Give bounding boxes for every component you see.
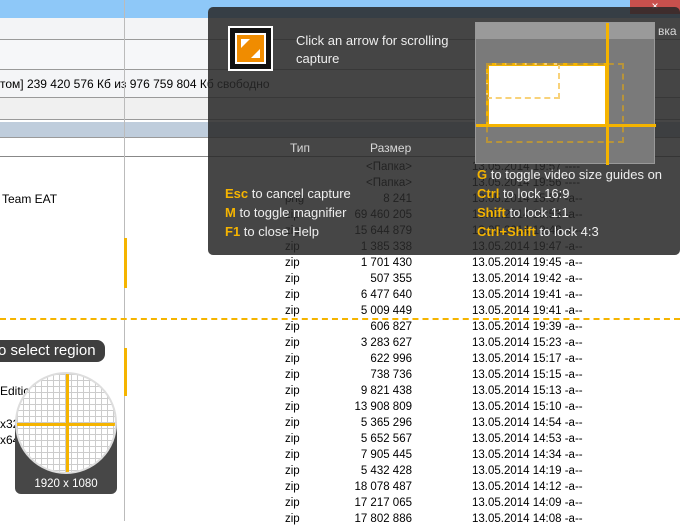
cell-size: 606 827 [370,321,412,333]
cell-date: 13.05.2014 15:15 -a-- [472,369,583,381]
table-row[interactable]: zip 507 355 13.05.2014 19:42 -a-- [0,271,680,287]
cell-type: zip [285,353,300,365]
shortcut-desc: to lock 1:1 [509,205,569,220]
magnifier-dimensions: 1920 x 1080 [34,478,98,490]
crosshair-vertical-segment [124,238,127,288]
column-type[interactable]: Тип [290,141,310,155]
cell-date: 13.05.2014 15:13 -a-- [472,385,583,397]
help-line: Ctrl+Shift to lock 4:3 [477,224,599,239]
shortcut-desc: to toggle video size guides on [490,167,663,182]
cell-size: 9 821 438 [360,385,412,397]
column-size[interactable]: Размер [370,141,411,155]
select-region-tip: o select region [0,340,105,362]
cell-type: zip [285,385,300,397]
cell-type: zip [285,401,300,413]
cell-size: 622 996 [370,353,412,365]
cell-date: 13.05.2014 19:41 -a-- [472,289,583,301]
cell-date: 13.05.2014 14:34 -a-- [472,449,583,461]
crosshair-vertical-segment [124,348,127,396]
shortcut-key: M [225,205,236,220]
cell-type: zip [285,337,300,349]
crosshair-horizontal [0,318,680,320]
shortcut-desc: to lock 4:3 [539,224,599,239]
cell-type: zip [285,369,300,381]
cell-size: 18 078 487 [354,481,412,493]
cell-type: zip [285,273,300,285]
cell-size: 5 009 449 [360,305,412,317]
shortcut-key: Ctrl [477,186,500,201]
help-line: M to toggle magnifier [225,205,346,220]
help-line: F1 to close Help [225,224,319,239]
shortcut-key: Esc [225,186,249,201]
help-line: Esc to cancel capture [225,186,351,201]
cell-type: zip [285,513,300,525]
table-row[interactable]: zip 5 009 449 13.05.2014 19:41 -a-- [0,303,680,319]
cell-size: 7 905 445 [360,449,412,461]
cell-date: 13.05.2014 14:53 -a-- [472,433,583,445]
cell-type: zip [285,417,300,429]
cell-type: zip [285,497,300,509]
cell-date: 13.05.2014 15:10 -a-- [472,401,583,413]
cell-date: 13.05.2014 14:12 -a-- [472,481,583,493]
cell-size: 5 432 428 [360,465,412,477]
cell-date: 13.05.2014 14:08 -a-- [472,513,583,525]
table-row[interactable]: zip 17 217 065 13.05.2014 14:09 -a-- [0,495,680,511]
table-row[interactable]: zip 6 477 640 13.05.2014 19:41 -a-- [0,287,680,303]
cell-type: zip [285,305,300,317]
preview-thumbnail [475,22,656,165]
scrolling-capture-icon[interactable] [228,26,273,71]
cell-type: zip [285,433,300,445]
shortcut-key: Ctrl+Shift [477,224,536,239]
cell-type: zip [285,465,300,477]
cell-size: 507 355 [370,273,412,285]
cell-date: 13.05.2014 19:45 -a-- [472,257,583,269]
cell-size: 1 701 430 [360,257,412,269]
cell-size: 3 283 627 [360,337,412,349]
help-line: Shift to lock 1:1 [477,205,569,220]
cell-size: 17 217 065 [354,497,412,509]
help-title: Click an arrow for scrolling capture [296,33,449,66]
cell-size: 738 736 [370,369,412,381]
toolbar-label-fragment: вка [658,24,677,38]
shortcut-desc: to lock 16:9 [503,186,570,201]
cell-date: 13.05.2014 14:54 -a-- [472,417,583,429]
shortcut-desc: to close Help [243,224,319,239]
table-row[interactable]: zip 1 701 430 13.05.2014 19:45 -a-- [0,255,680,271]
table-row[interactable]: zip 17 802 886 13.05.2014 14:08 -a-- [0,511,680,527]
cell-size: 6 477 640 [360,289,412,301]
cell-size: 5 365 296 [360,417,412,429]
shortcut-key: G [477,167,488,182]
magnifier: 1920 x 1080 [15,372,117,494]
capture-help-panel: Click an arrow for scrolling capture Esc… [208,7,680,255]
cell-date: 13.05.2014 19:42 -a-- [472,273,583,285]
shortcut-desc: to toggle magnifier [239,205,347,220]
cell-date: 13.05.2014 14:09 -a-- [472,497,583,509]
shortcut-key: Shift [477,205,506,220]
shortcut-desc: to cancel capture [251,186,351,201]
cell-type: zip [285,289,300,301]
cell-date: 13.05.2014 15:17 -a-- [472,353,583,365]
cell-type: zip [285,321,300,333]
cell-type: zip [285,481,300,493]
cell-size: 17 802 886 [354,513,412,525]
cell-type: zip [285,449,300,461]
help-line: G to toggle video size guides on [477,167,662,182]
cell-date: 13.05.2014 15:23 -a-- [472,337,583,349]
cell-size: 5 652 567 [360,433,412,445]
cell-size: 13 908 809 [354,401,412,413]
cell-date: 13.05.2014 19:39 -a-- [472,321,583,333]
help-line: Ctrl to lock 16:9 [477,186,570,201]
cell-date: 13.05.2014 14:19 -a-- [472,465,583,477]
table-row[interactable]: zip 606 827 13.05.2014 19:39 -a-- [0,319,680,335]
cell-type: zip [285,257,300,269]
cell-date: 13.05.2014 19:41 -a-- [472,305,583,317]
shortcut-key: F1 [225,224,241,239]
